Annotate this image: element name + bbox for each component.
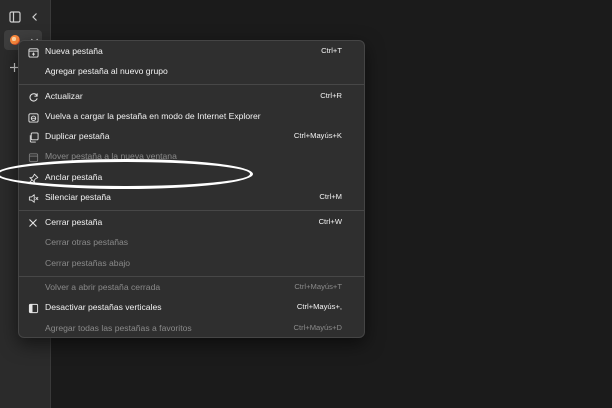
window-icon	[27, 151, 39, 163]
menu-item-label: Nueva pestaña	[45, 46, 103, 56]
menu-item-label: Agregar pestaña al nuevo grupo	[45, 66, 168, 76]
menu-item-label: Actualizar	[45, 91, 83, 101]
menu-item-label: Desactivar pestañas verticales	[45, 302, 162, 312]
new-tab-icon	[27, 46, 39, 58]
menu-item-mute-tab[interactable]: Silenciar pestaña Ctrl+M	[19, 188, 366, 208]
menu-item-refresh[interactable]: Actualizar Ctrl+R	[19, 87, 366, 107]
menu-item-shortcut: Ctrl+Mayús+,	[296, 302, 342, 311]
menu-item-add-all-to-favorites[interactable]: Agregar todas las pestañas a favoritos C…	[19, 319, 366, 339]
mute-icon	[27, 192, 39, 204]
menu-item-pin-tab[interactable]: Anclar pestaña	[19, 168, 366, 188]
menu-item-disable-vertical-tabs[interactable]: Desactivar pestañas verticales Ctrl+Mayú…	[19, 298, 366, 318]
menu-item-label: Mover pestaña a la nueva ventana	[45, 151, 177, 161]
vertical-tabs-icon	[27, 302, 39, 314]
menu-item-label: Cerrar pestaña	[45, 217, 103, 227]
menu-item-new-tab[interactable]: Nueva pestaña Ctrl+T	[19, 42, 366, 62]
menu-item-move-to-new-window[interactable]: Mover pestaña a la nueva ventana	[19, 147, 366, 167]
menu-item-close-tab[interactable]: Cerrar pestaña Ctrl+W	[19, 213, 366, 233]
menu-item-shortcut: Ctrl+T	[321, 46, 342, 55]
tab-context-menu: Nueva pestaña Ctrl+T Agregar pestaña al …	[18, 40, 365, 338]
duplicate-icon	[27, 131, 39, 143]
ie-mode-icon	[27, 111, 39, 123]
menu-separator	[19, 276, 364, 277]
close-icon	[27, 217, 39, 229]
menu-item-add-tab-to-group[interactable]: Agregar pestaña al nuevo grupo	[19, 62, 366, 82]
menu-item-label: Volver a abrir pestaña cerrada	[45, 282, 161, 292]
menu-item-shortcut: Ctrl+W	[318, 217, 342, 226]
menu-item-close-other-tabs[interactable]: Cerrar otras pestañas	[19, 233, 366, 253]
menu-item-label: Duplicar pestaña	[45, 131, 110, 141]
menu-item-label: Agregar todas las pestañas a favoritos	[45, 323, 192, 333]
menu-item-reload-ie-mode[interactable]: Vuelva a cargar la pestaña en modo de In…	[19, 107, 366, 127]
menu-separator	[19, 84, 364, 85]
refresh-icon	[27, 91, 39, 103]
browser-window: Nueva pestaña Ctrl+T Agregar pestaña al …	[0, 0, 612, 408]
menu-item-shortcut: Ctrl+M	[319, 192, 342, 201]
menu-item-shortcut: Ctrl+R	[320, 91, 342, 100]
menu-item-label: Vuelva a cargar la pestaña en modo de In…	[45, 111, 261, 121]
panel-icon[interactable]	[8, 10, 22, 24]
menu-item-shortcut: Ctrl+Mayús+K	[293, 131, 342, 140]
menu-separator	[19, 210, 364, 211]
menu-item-duplicate-tab[interactable]: Duplicar pestaña Ctrl+Mayús+K	[19, 127, 366, 147]
chevron-left-icon[interactable]	[28, 10, 42, 24]
menu-item-label: Anclar pestaña	[45, 172, 103, 182]
menu-item-shortcut: Ctrl+Mayús+T	[294, 282, 342, 291]
menu-item-label: Cerrar otras pestañas	[45, 237, 129, 247]
menu-item-close-tabs-below[interactable]: Cerrar pestañas abajo	[19, 254, 366, 274]
menu-item-reopen-closed-tab[interactable]: Volver a abrir pestaña cerrada Ctrl+Mayú…	[19, 278, 366, 298]
menu-item-label: Silenciar pestaña	[45, 192, 111, 202]
menu-item-label: Cerrar pestañas abajo	[45, 258, 131, 268]
pin-icon	[27, 172, 39, 184]
menu-item-shortcut: Ctrl+Mayús+D	[293, 323, 342, 332]
